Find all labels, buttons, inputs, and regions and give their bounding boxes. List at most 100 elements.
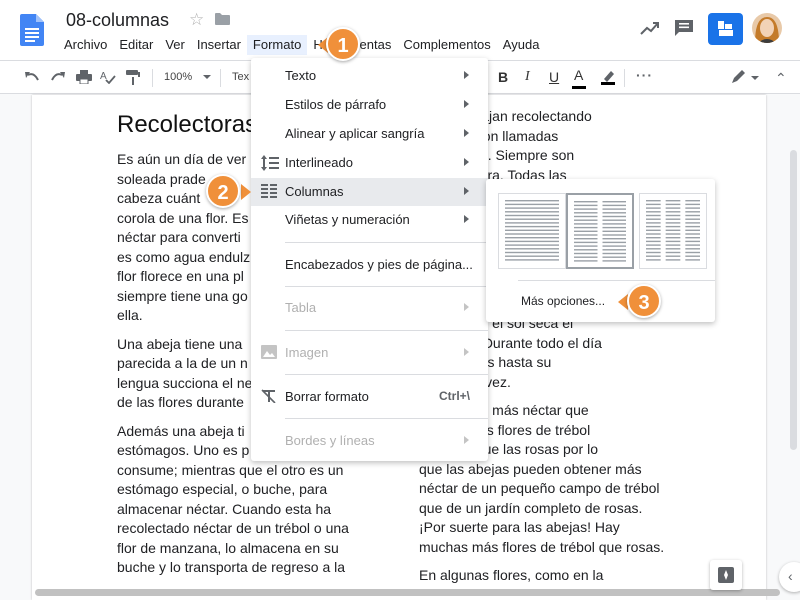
menu-item-vinetas-y-numeracion[interactable]: Viñetas y numeración [251, 206, 488, 234]
menu-divider [285, 374, 488, 375]
activity-trend-icon[interactable] [640, 20, 660, 36]
menu-divider [285, 330, 488, 331]
text-line: consume; mientras que el otro es un [117, 461, 344, 478]
menu-complementos[interactable]: Complementos [397, 35, 496, 55]
italic-icon[interactable]: I [525, 69, 530, 85]
submenu-arrow-icon [464, 129, 469, 137]
text-line: estómago especial, o buche, para [117, 481, 328, 497]
two-columns-option[interactable] [566, 193, 634, 269]
menu-item-label: Alinear y aplicar sangría [285, 126, 425, 141]
zoom-chevron-down-icon[interactable] [203, 75, 211, 79]
text-line: almacenar néctar. Cuando esta ha [117, 500, 332, 517]
columns-submenu: Más opciones... [486, 179, 715, 322]
bold-icon[interactable]: B [498, 69, 508, 85]
submenu-arrow-icon [464, 158, 469, 166]
chevron-left-icon: ‹ [788, 568, 793, 584]
image-icon [261, 345, 277, 364]
highlight-color-icon[interactable] [600, 69, 616, 85]
submenu-arrow-icon [464, 303, 469, 311]
side-panel-toggle[interactable]: ‹ [779, 562, 800, 592]
comments-icon[interactable] [674, 19, 694, 37]
submenu-arrow-icon [464, 71, 469, 79]
step-callout-1: 1 [326, 27, 360, 61]
menu-item-label: Estilos de párrafo [285, 97, 387, 112]
toolbar-divider [624, 69, 625, 87]
horizontal-scrollbar[interactable] [35, 589, 780, 596]
text-line: ¡Por suerte para las abejas! Hay [419, 519, 620, 535]
menu-item-label: Imagen [285, 345, 329, 360]
keyboard-shortcut: Ctrl+\ [439, 389, 471, 403]
submenu-arrow-icon [464, 436, 469, 444]
vertical-scroll-thumb[interactable] [790, 150, 797, 450]
paint-format-icon[interactable] [126, 70, 140, 85]
columns-icon [261, 184, 277, 203]
paragraph: En algunas flores, como en la [419, 566, 709, 586]
menu-insertar[interactable]: Insertar [191, 35, 247, 55]
share-button[interactable] [708, 13, 743, 45]
menu-formato[interactable]: Formato [246, 35, 308, 55]
more-options-link[interactable]: Más opciones... [521, 294, 605, 308]
menu-item-tabla: Tabla [251, 294, 488, 322]
document-title[interactable]: 08-columnas [66, 10, 169, 31]
menu-item-estilos-de-parrafo[interactable]: Estilos de párrafo [251, 91, 488, 119]
submenu-divider [518, 280, 715, 281]
menu-item-label: Bordes y líneas [285, 433, 375, 448]
toolbar-divider [152, 69, 153, 87]
three-columns-option[interactable] [639, 193, 707, 269]
explore-button[interactable] [710, 560, 742, 590]
explore-icon [718, 567, 734, 583]
line-spacing-icon [261, 155, 279, 176]
menu-item-alinear-y-aplicar-sangria[interactable]: Alinear y aplicar sangría [251, 120, 488, 148]
menu-bar: Archivo Editar Ver Insertar Formato Herr… [58, 35, 545, 55]
zoom-select[interactable]: 100% [164, 71, 192, 83]
menu-item-interlineado[interactable]: Interlineado [251, 149, 488, 177]
menu-item-label: Interlineado [285, 155, 353, 170]
menu-ayuda[interactable]: Ayuda [497, 35, 546, 55]
menu-item-columnas[interactable]: Columnas [251, 178, 488, 206]
step-callout-2: 2 [206, 174, 240, 208]
callout-pointer [241, 184, 251, 200]
menu-editar[interactable]: Editar [113, 35, 159, 55]
menu-item-bordes-y-lineas: Bordes y líneas [251, 427, 488, 455]
text-line: flor de manzana, lo almacena en su [117, 539, 339, 556]
collapse-chevron-up-icon[interactable]: ⌃ [775, 70, 787, 87]
more-options-icon[interactable]: ··· [636, 67, 653, 83]
avatar[interactable] [752, 13, 782, 43]
menu-item-borrar-formato[interactable]: Borrar formato Ctrl+\ [251, 383, 488, 411]
text-line: muchas más flores de trébol que rosas. [419, 538, 665, 555]
submenu-arrow-icon [464, 187, 469, 195]
two-columns-icon [574, 201, 626, 262]
menu-archivo[interactable]: Archivo [58, 35, 113, 55]
text-line: recolectado néctar de un trébol o una [117, 520, 349, 536]
undo-icon[interactable] [24, 70, 40, 84]
docs-logo-icon[interactable] [20, 14, 44, 46]
underline-icon[interactable]: U [549, 69, 559, 85]
menu-ver[interactable]: Ver [159, 35, 191, 55]
editing-mode-pencil-icon[interactable] [731, 70, 747, 84]
print-icon[interactable] [76, 70, 92, 84]
chevron-down-icon[interactable] [751, 76, 759, 80]
menu-divider [285, 418, 488, 419]
menu-item-imagen: Imagen [251, 339, 488, 367]
clear-format-icon [261, 389, 277, 408]
menu-item-label: Texto [285, 68, 317, 83]
redo-icon[interactable] [50, 70, 66, 84]
menu-divider [285, 242, 488, 243]
header: 08-columnas ☆ Archivo Editar Ver Inserta… [0, 0, 800, 60]
menu-item-encabezados-y-pies-de-pagina[interactable]: Encabezados y pies de página... [251, 251, 488, 279]
step-callout-3: 3 [627, 284, 661, 318]
folder-icon[interactable] [215, 13, 230, 25]
menu-item-texto[interactable]: Texto [251, 62, 488, 90]
paragraph-style-select[interactable]: Tex [232, 71, 249, 83]
three-columns-icon [646, 200, 700, 261]
menu-item-label: Columnas [285, 184, 344, 199]
one-column-option[interactable] [498, 193, 566, 269]
star-icon[interactable]: ☆ [189, 10, 204, 30]
spellcheck-icon[interactable]: A [100, 70, 116, 84]
one-column-icon [505, 200, 559, 261]
menu-divider [285, 286, 488, 287]
submenu-arrow-icon [464, 100, 469, 108]
submenu-arrow-icon [464, 348, 469, 356]
text-color-icon[interactable]: A [572, 67, 586, 89]
menu-item-label: Borrar formato [285, 389, 369, 404]
